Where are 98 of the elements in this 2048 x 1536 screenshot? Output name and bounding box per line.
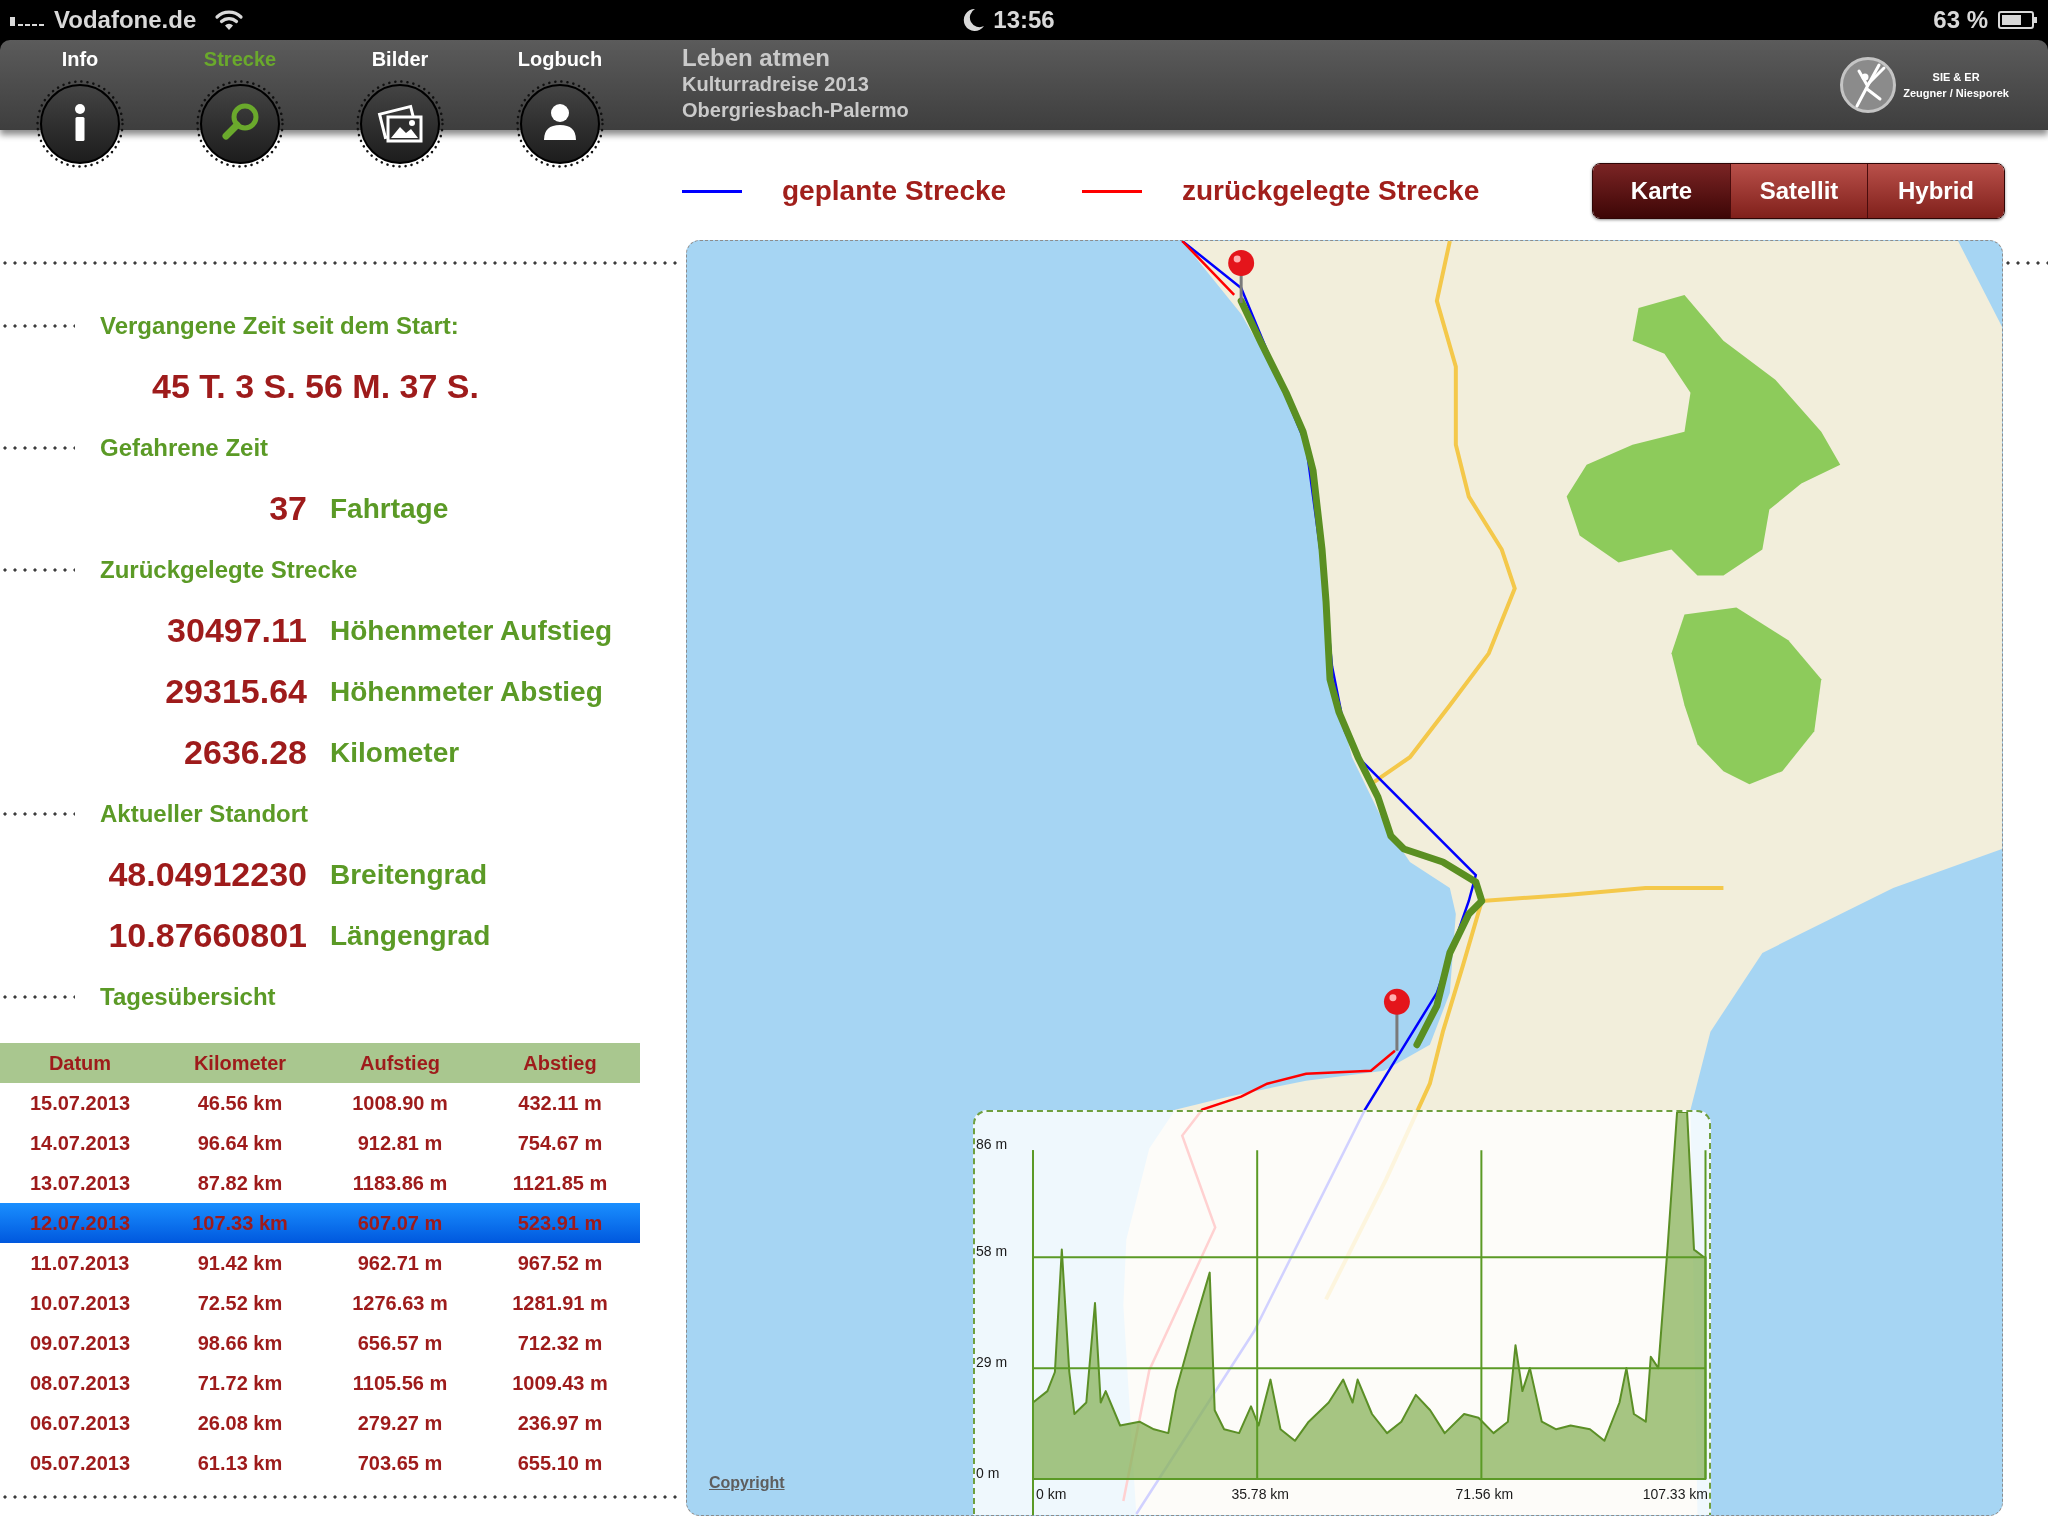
map-type-button[interactable]: Karte [1593,164,1730,218]
table-cell-text: 46.56 km [196,1091,284,1116]
table-cell-text: 967.52 m [516,1251,604,1276]
table-cell-text: 98.66 km [196,1331,284,1356]
metric-value: 37 [268,488,307,529]
table-cell-text: 656.57 m [356,1331,444,1356]
column-header: Kilometer [192,1051,288,1076]
person-icon [516,80,604,168]
x-axis-label: 0 km [1036,1486,1067,1502]
column-header: Abstieg [522,1051,598,1076]
metric-label: Fahrtage [330,491,449,526]
table-cell-text: 06.07.2013 [28,1411,132,1436]
table-cell-text: 10.07.2013 [28,1291,132,1316]
y-axis-label: 0 m [976,1465,1000,1481]
metric-label: Höhenmeter Aufstieg [330,613,613,648]
metric-value: 30497.11 [166,610,307,651]
table-cell-text: 12.07.2013 [28,1211,132,1236]
section-heading: Vergangene Zeit seit dem Start: [100,310,459,341]
table-cell-text: 607.07 m [356,1211,444,1236]
table-cell-text: 15.07.2013 [28,1091,132,1116]
wifi-icon [214,9,245,31]
pin-icon [1383,988,1410,1051]
table-cell-text: 1105.56 m [351,1371,449,1396]
metric-label: Kilometer [330,735,460,770]
table-cell-text: 96.64 km [196,1131,284,1156]
table-cell-text: 1183.86 m [351,1171,449,1196]
metric-value: 48.04912230 [107,854,307,895]
trip-route: Obergriesbach-Palermo [682,98,909,123]
table-cell-text: 61.13 km [196,1451,284,1476]
table-cell-text: 14.07.2013 [28,1131,132,1156]
table-cell-text: 1276.63 m [351,1291,449,1316]
dancer-logo-icon [1839,56,1898,114]
pin-icon [1228,250,1255,303]
battery-icon [1998,11,2038,29]
section-heading: Aktueller Standort [100,798,309,829]
nav-tab[interactable]: Logbuch [480,40,640,168]
y-axis-label: 58 m [976,1243,1008,1260]
table-cell-text: 703.65 m [356,1451,444,1476]
nav-tab[interactable]: Info [0,40,160,168]
section-heading: Gefahrene Zeit [100,432,269,463]
table-cell-text: 08.07.2013 [28,1371,132,1396]
metric-value: 2636.28 [183,732,307,773]
info-icon [36,80,124,168]
y-axis-label: 29 m [976,1354,1008,1371]
pictures-icon [356,80,444,168]
logo-text: SIE & ER [1932,70,1980,85]
metric-value: 10.87660801 [107,915,307,956]
x-axis-label: 107.33 km [1642,1486,1708,1502]
table-cell-text: 107.33 km [191,1211,289,1236]
table-cell-text: 87.82 km [196,1171,284,1196]
column-header: Datum [47,1051,113,1076]
search-icon [196,80,284,168]
table-cell-text: 1008.90 m [351,1091,449,1116]
logo-text: Zeugner / Niesporek [1903,86,2009,101]
table-cell-text: 91.42 km [196,1251,284,1276]
moon-icon [963,8,986,32]
nav-tab[interactable]: Bilder [320,40,480,168]
table-cell-text: 71.72 km [196,1371,284,1396]
table-cell-text: 236.97 m [516,1411,604,1436]
table-cell-text: 11.07.2013 [29,1251,131,1276]
x-axis-label: 71.56 km [1455,1486,1514,1502]
y-axis-label: 86 m [976,1136,1008,1153]
table-cell-text: 09.07.2013 [28,1331,132,1356]
table-cell-text: 962.71 m [356,1251,444,1276]
table-cell-text: 279.27 m [356,1411,444,1436]
map-type-button[interactable]: Satellit [1730,164,1867,218]
table-cell-text: 13.07.2013 [28,1171,132,1196]
table-cell-text: 754.67 m [516,1131,604,1156]
x-axis-label: 35.78 km [1231,1486,1289,1502]
table-cell-text: 72.52 km [196,1291,284,1316]
carrier-name: Vodafone.de [54,8,197,32]
elapsed-time: 45 T. 3 S. 56 M. 37 S. [152,366,479,407]
table-cell-text: 1281.91 m [511,1291,609,1316]
section-heading: Tagesübersicht [100,981,276,1012]
signal-icon [10,14,46,26]
trip-subtitle: Kulturradreise 2013 [682,72,870,97]
clock-time: 13:56 [993,8,1055,32]
copyright-link[interactable]: Copyright [709,1471,785,1495]
section-heading: Zurückgelegte Strecke [100,554,358,585]
table-cell-text: 523.91 m [516,1211,604,1236]
table-cell-text: 1121.85 m [511,1171,609,1196]
metric-label: Höhenmeter Abstieg [330,674,603,709]
trip-title: Leben atmen [682,45,832,71]
metric-label: Breitengrad [330,857,488,892]
table-cell-text: 1009.43 m [511,1371,609,1396]
legend-label: zurückgelegte Strecke [1182,174,1480,208]
table-cell-text: 655.10 m [516,1451,604,1476]
table-cell-text: 05.07.2013 [28,1451,132,1476]
column-header: Aufstieg [359,1051,441,1076]
legend-label: geplante Strecke [782,174,1007,208]
map-type-button[interactable]: Hybrid [1867,164,2004,218]
table-cell-text: 912.81 m [356,1131,444,1156]
table-cell-text: 432.11 m [517,1091,603,1116]
table-cell-text: 712.32 m [516,1331,604,1356]
battery-percent: 63 % [1933,8,1988,32]
metric-label: Längengrad [330,918,491,953]
metric-value: 29315.64 [164,671,307,712]
table-cell-text: 26.08 km [196,1411,284,1436]
